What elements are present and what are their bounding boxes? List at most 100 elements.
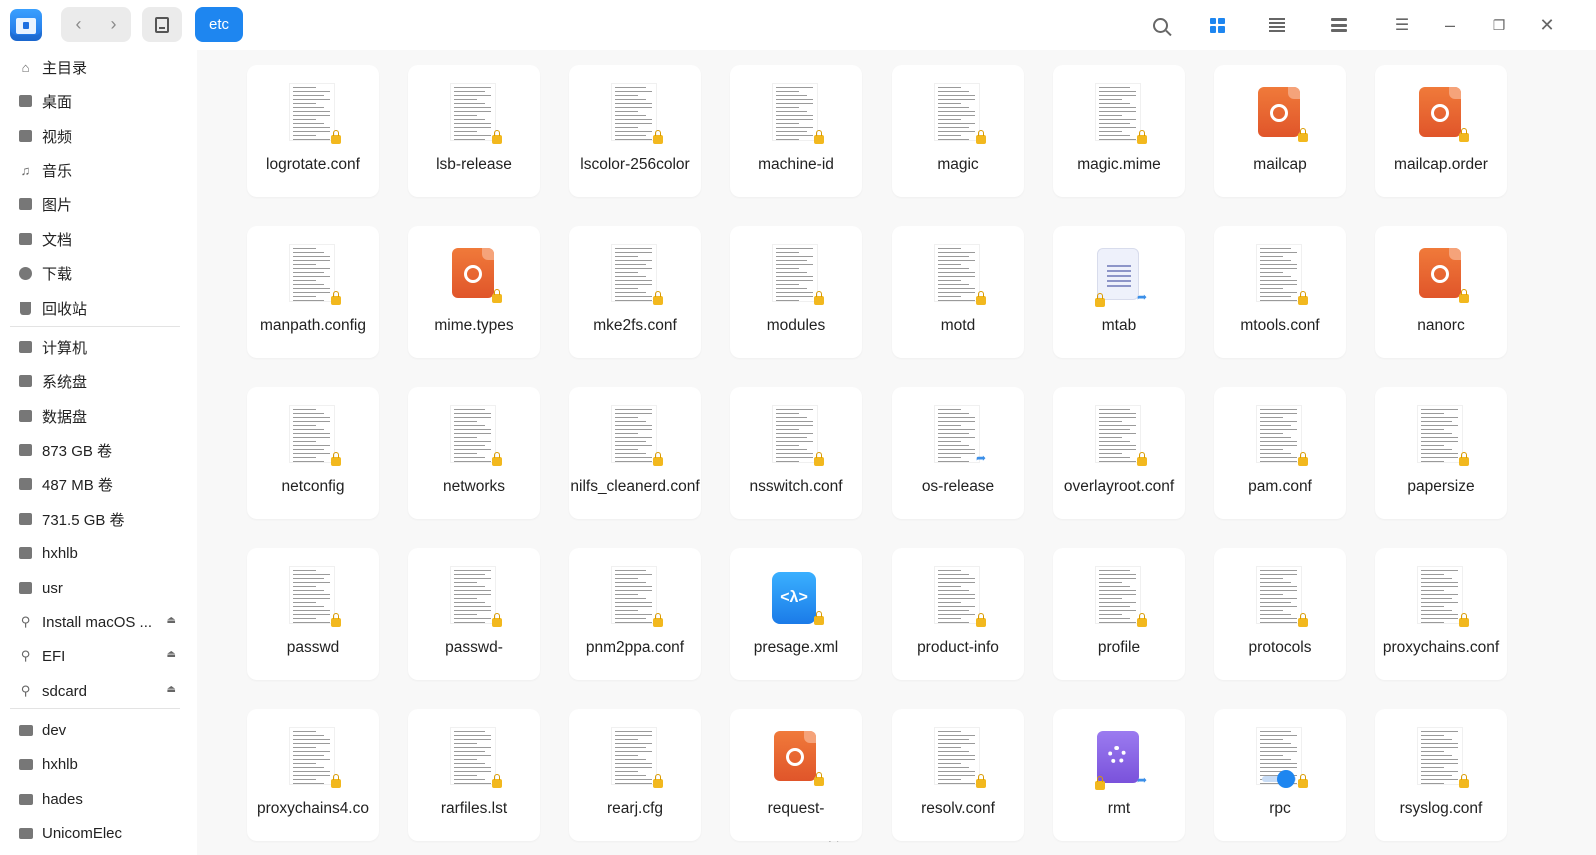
sidebar-item-label: 487 MB 卷 [42, 476, 113, 494]
file-item[interactable]: lsb-release [408, 65, 540, 197]
text-file-thumbnail-icon [450, 566, 496, 624]
file-item[interactable]: profile [1053, 548, 1185, 680]
sidebar-item[interactable]: 487 MB 卷 [18, 469, 188, 499]
file-item[interactable]: rarfiles.lst [408, 709, 540, 841]
file-item[interactable]: magic [892, 65, 1024, 197]
disk-icon [18, 443, 33, 458]
zoom-slider-handle[interactable] [1277, 770, 1295, 788]
sidebar-item[interactable]: ⚲ Install macOS ... ⏏ [18, 607, 188, 637]
file-name: rmt [1107, 800, 1131, 817]
detail-view-button[interactable] [1327, 13, 1351, 37]
sidebar-item[interactable]: usr [18, 573, 188, 603]
file-item[interactable]: papersize [1375, 387, 1507, 519]
text-file-thumbnail-icon [772, 83, 818, 141]
sidebar-item[interactable]: 文档 [18, 224, 188, 254]
file-item[interactable]: rearj.cfg [569, 709, 701, 841]
file-item[interactable]: manpath.config [247, 226, 379, 358]
file-item[interactable]: logrotate.conf [247, 65, 379, 197]
eject-icon[interactable]: ⏏ [167, 684, 176, 695]
file-item[interactable]: protocols [1214, 548, 1346, 680]
file-item[interactable]: mke2fs.conf [569, 226, 701, 358]
file-name: mailcap [1253, 156, 1307, 173]
sidebar-item[interactable]: 回收站 [18, 293, 188, 323]
sidebar-item[interactable]: 系统盘 [18, 366, 188, 396]
maximize-button[interactable]: ❐ [1487, 13, 1511, 37]
breadcrumb-current[interactable]: etc [195, 7, 244, 42]
file-item[interactable]: resolv.conf [892, 709, 1024, 841]
file-name: overlayroot.conf [1063, 478, 1175, 495]
title-bar: ‹ › etc ☰ – ❐ ✕ [0, 0, 1596, 50]
sidebar-item-label: hxhlb [42, 755, 78, 773]
sidebar-item[interactable]: ⚲ sdcard ⏏ [18, 676, 188, 706]
back-button[interactable]: ‹ [61, 7, 96, 42]
file-item[interactable]: passwd- [408, 548, 540, 680]
file-item[interactable]: passwd [247, 548, 379, 680]
file-item[interactable]: mailcap [1214, 65, 1346, 197]
file-item[interactable]: proxychains4.co [247, 709, 379, 841]
sidebar-item[interactable]: 桌面 [18, 86, 188, 116]
forward-button[interactable]: › [96, 7, 131, 42]
menu-button[interactable]: ☰ [1390, 13, 1414, 37]
file-name: magic [937, 156, 979, 173]
sidebar-item[interactable]: 视频 [18, 121, 188, 151]
file-item[interactable]: nanorc [1375, 226, 1507, 358]
minimize-button[interactable]: – [1438, 13, 1462, 37]
search-icon [1152, 17, 1168, 33]
file-item[interactable]: motd [892, 226, 1024, 358]
sidebar-item[interactable]: dev [18, 715, 188, 745]
file-item[interactable]: mtools.conf [1214, 226, 1346, 358]
file-item[interactable]: overlayroot.conf [1053, 387, 1185, 519]
drive-breadcrumb-button[interactable] [142, 7, 182, 42]
search-button[interactable] [1148, 13, 1172, 37]
lock-icon [1095, 293, 1105, 307]
eject-icon[interactable]: ⏏ [167, 615, 176, 626]
file-item[interactable]: pam.conf [1214, 387, 1346, 519]
text-file-thumbnail-icon [1256, 405, 1302, 463]
sidebar-item[interactable]: 数据盘 [18, 401, 188, 431]
lock-icon [1298, 452, 1308, 466]
music-icon: ♫ [20, 162, 31, 178]
sidebar-item[interactable]: hades [18, 784, 188, 814]
sidebar-item[interactable]: 计算机 [18, 332, 188, 362]
sidebar-item[interactable]: 731.5 GB 卷 [18, 504, 188, 534]
file-item[interactable]: rsyslog.conf [1375, 709, 1507, 841]
file-item[interactable]: product-info [892, 548, 1024, 680]
disk-icon [18, 477, 33, 492]
file-item[interactable]: nilfs_cleanerd.conf [569, 387, 701, 519]
eject-icon[interactable]: ⏏ [167, 649, 176, 660]
file-item[interactable]: networks [408, 387, 540, 519]
sidebar-item[interactable]: 图片 [18, 189, 188, 219]
sidebar-item[interactable]: ⚲ EFI ⏏ [18, 641, 188, 671]
icon-view-button[interactable] [1205, 13, 1229, 37]
file-item[interactable]: magic.mime [1053, 65, 1185, 197]
text-file-thumbnail-icon [772, 244, 818, 302]
lock-icon [331, 130, 341, 144]
sidebar-item[interactable]: UnicomElec [18, 818, 188, 848]
list-view-button[interactable] [1265, 13, 1289, 37]
file-item[interactable]: lscolor-256color [569, 65, 701, 197]
sidebar-item[interactable]: 873 GB 卷 [18, 435, 188, 465]
sidebar-item[interactable]: ♫ 音乐 [18, 155, 188, 185]
xml-file-icon: <λ> [772, 572, 816, 624]
file-item[interactable]: netconfig [247, 387, 379, 519]
file-item[interactable]: ➦ rmt [1053, 709, 1185, 841]
sidebar-item[interactable]: hxhlb [18, 749, 188, 779]
file-item[interactable]: machine-id [730, 65, 862, 197]
file-item[interactable]: ➦ os-release [892, 387, 1024, 519]
file-item[interactable]: <λ> presage.xml [730, 548, 862, 680]
file-item[interactable]: mailcap.order [1375, 65, 1507, 197]
file-name: product-info [917, 639, 999, 656]
sidebar-item[interactable]: hxhlb [18, 538, 188, 568]
file-item[interactable]: proxychains.conf [1375, 548, 1507, 680]
close-button[interactable]: ✕ [1535, 13, 1559, 37]
lock-icon [814, 291, 824, 305]
file-item[interactable]: request- [730, 709, 862, 841]
file-item[interactable]: ➦ mtab [1053, 226, 1185, 358]
file-item[interactable]: pnm2ppa.conf [569, 548, 701, 680]
sidebar-item[interactable]: ⌂ 主目录 [18, 52, 188, 82]
file-item[interactable]: mime.types [408, 226, 540, 358]
file-item[interactable]: nsswitch.conf [730, 387, 862, 519]
file-item[interactable]: modules [730, 226, 862, 358]
lock-icon [1298, 291, 1308, 305]
sidebar-item[interactable]: 下载 [18, 258, 188, 288]
